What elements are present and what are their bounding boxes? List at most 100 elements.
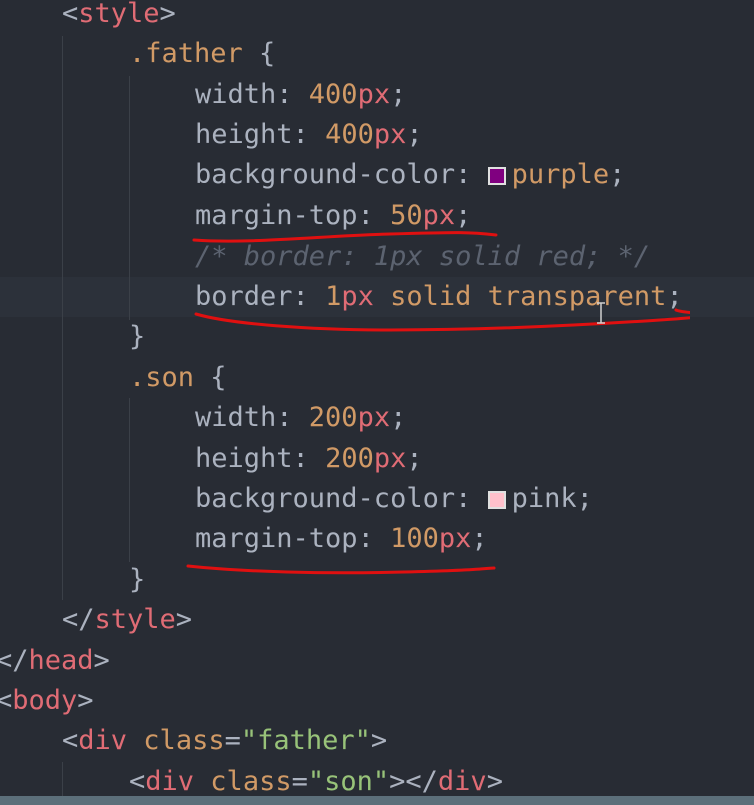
css-number: 400 bbox=[308, 79, 358, 110]
css-unit: px bbox=[422, 200, 456, 231]
css-number: 100 bbox=[390, 523, 439, 554]
css-property: margin-top bbox=[195, 200, 358, 231]
css-property: height bbox=[195, 443, 293, 474]
tag-close-bracket: > bbox=[370, 725, 388, 756]
indent-guide bbox=[129, 76, 130, 320]
code-line-5[interactable]: background-color: purple; bbox=[195, 155, 625, 195]
css-number: 200 bbox=[308, 402, 358, 433]
code-line-18[interactable]: <body> bbox=[0, 681, 94, 721]
colon: : bbox=[455, 159, 488, 190]
color-swatch-pink[interactable] bbox=[487, 491, 506, 509]
red-annotation-underline bbox=[186, 564, 496, 575]
brace: { bbox=[194, 362, 227, 393]
semicolon: ; bbox=[576, 483, 593, 514]
css-unit: px bbox=[357, 402, 391, 433]
css-property: height bbox=[195, 119, 293, 150]
code-line-15[interactable]: } bbox=[129, 560, 145, 600]
colon: : bbox=[292, 443, 326, 474]
code-line-9[interactable]: } bbox=[129, 317, 145, 357]
semicolon: ; bbox=[406, 119, 423, 150]
brace: { bbox=[242, 38, 276, 69]
css-number: 200 bbox=[325, 443, 374, 474]
attribute-name: class bbox=[127, 725, 225, 756]
code-line-1[interactable]: <style> bbox=[62, 0, 176, 34]
tag-name: div bbox=[145, 766, 195, 797]
tag-close-bracket: > bbox=[175, 604, 193, 635]
equals-sign: = bbox=[291, 766, 308, 797]
semicolon: ; bbox=[455, 200, 472, 231]
tag-open-bracket: < bbox=[0, 685, 13, 716]
semicolon: ; bbox=[406, 443, 423, 474]
colon: : bbox=[276, 402, 309, 433]
code-line-6[interactable]: margin-top: 50px; bbox=[195, 196, 471, 236]
tag-open-bracket: < bbox=[129, 766, 146, 797]
tag-open-bracket: < bbox=[62, 0, 79, 29]
code-line-12[interactable]: height: 200px; bbox=[195, 439, 423, 479]
code-editor[interactable]: <style> .father { width: 400px; height: … bbox=[0, 0, 754, 805]
css-value: pink bbox=[511, 483, 577, 514]
code-line-13[interactable]: background-color: pink; bbox=[195, 479, 593, 519]
colon: : bbox=[276, 79, 309, 110]
code-line-14[interactable]: margin-top: 100px; bbox=[195, 519, 488, 559]
colon: : bbox=[292, 281, 326, 312]
css-property: border bbox=[195, 281, 293, 312]
code-line-4[interactable]: height: 400px; bbox=[195, 115, 423, 155]
code-line-17[interactable]: </head> bbox=[0, 641, 110, 681]
colon: : bbox=[455, 483, 488, 514]
colon: : bbox=[292, 119, 326, 150]
tag-name: style bbox=[78, 0, 160, 29]
css-value: purple bbox=[511, 159, 610, 190]
tag-open-bracket: < bbox=[62, 725, 79, 756]
css-property: width bbox=[195, 79, 277, 110]
tag-name: head bbox=[28, 645, 94, 676]
bottom-panel-edge bbox=[0, 796, 754, 805]
colon: : bbox=[357, 523, 391, 554]
tag-close-bracket: > bbox=[486, 766, 503, 797]
css-unit: px bbox=[373, 119, 407, 150]
css-property: margin-top bbox=[195, 523, 358, 554]
css-unit: px bbox=[341, 281, 374, 312]
css-selector: .father bbox=[129, 38, 243, 69]
css-unit: px bbox=[373, 443, 407, 474]
semicolon: ; bbox=[666, 281, 683, 312]
semicolon: ; bbox=[390, 79, 407, 110]
css-unit: px bbox=[357, 79, 391, 110]
tag-close-bracket: > bbox=[93, 645, 110, 676]
code-line-10[interactable]: .son { bbox=[129, 358, 227, 398]
semicolon: ; bbox=[390, 402, 407, 433]
attribute-value: "father" bbox=[240, 725, 371, 756]
tag-open-bracket: </ bbox=[62, 604, 95, 635]
equals-sign: = bbox=[224, 725, 241, 756]
css-property: background-color bbox=[195, 483, 456, 514]
css-property: width bbox=[195, 402, 277, 433]
css-selector: .son bbox=[129, 362, 195, 393]
tag-close-bracket: > bbox=[77, 685, 94, 716]
code-line-19[interactable]: <div class="father"> bbox=[62, 721, 387, 761]
indent-guide bbox=[129, 398, 130, 562]
indent-guide bbox=[62, 36, 63, 600]
css-value: solid transparent bbox=[373, 281, 667, 312]
code-line-11[interactable]: width: 200px; bbox=[195, 398, 406, 438]
tag-name: body bbox=[12, 685, 78, 716]
code-line-2[interactable]: .father { bbox=[129, 34, 275, 74]
colon: : bbox=[357, 200, 391, 231]
tag-open-bracket: </ bbox=[0, 645, 29, 676]
code-line-8[interactable]: border: 1px solid transparent; bbox=[195, 277, 683, 317]
attribute-value: "son" bbox=[307, 766, 390, 797]
css-number: 50 bbox=[390, 200, 423, 231]
text-cursor-icon bbox=[597, 302, 605, 324]
color-swatch-purple[interactable] bbox=[487, 167, 506, 185]
brace: } bbox=[129, 321, 146, 352]
code-line-16[interactable]: </style> bbox=[62, 600, 192, 640]
code-comment: /* border: 1px solid red; */ bbox=[195, 241, 651, 272]
code-line-7[interactable]: /* border: 1px solid red; */ bbox=[195, 237, 650, 277]
attribute-name: class bbox=[194, 766, 292, 797]
css-number: 1 bbox=[325, 281, 342, 312]
tag-name: div bbox=[78, 725, 128, 756]
tag-close-bracket: ></ bbox=[389, 766, 438, 797]
semicolon: ; bbox=[471, 523, 488, 554]
code-line-3[interactable]: width: 400px; bbox=[195, 75, 406, 115]
css-number: 400 bbox=[325, 119, 374, 150]
tag-name: style bbox=[94, 604, 176, 635]
css-unit: px bbox=[438, 523, 472, 554]
